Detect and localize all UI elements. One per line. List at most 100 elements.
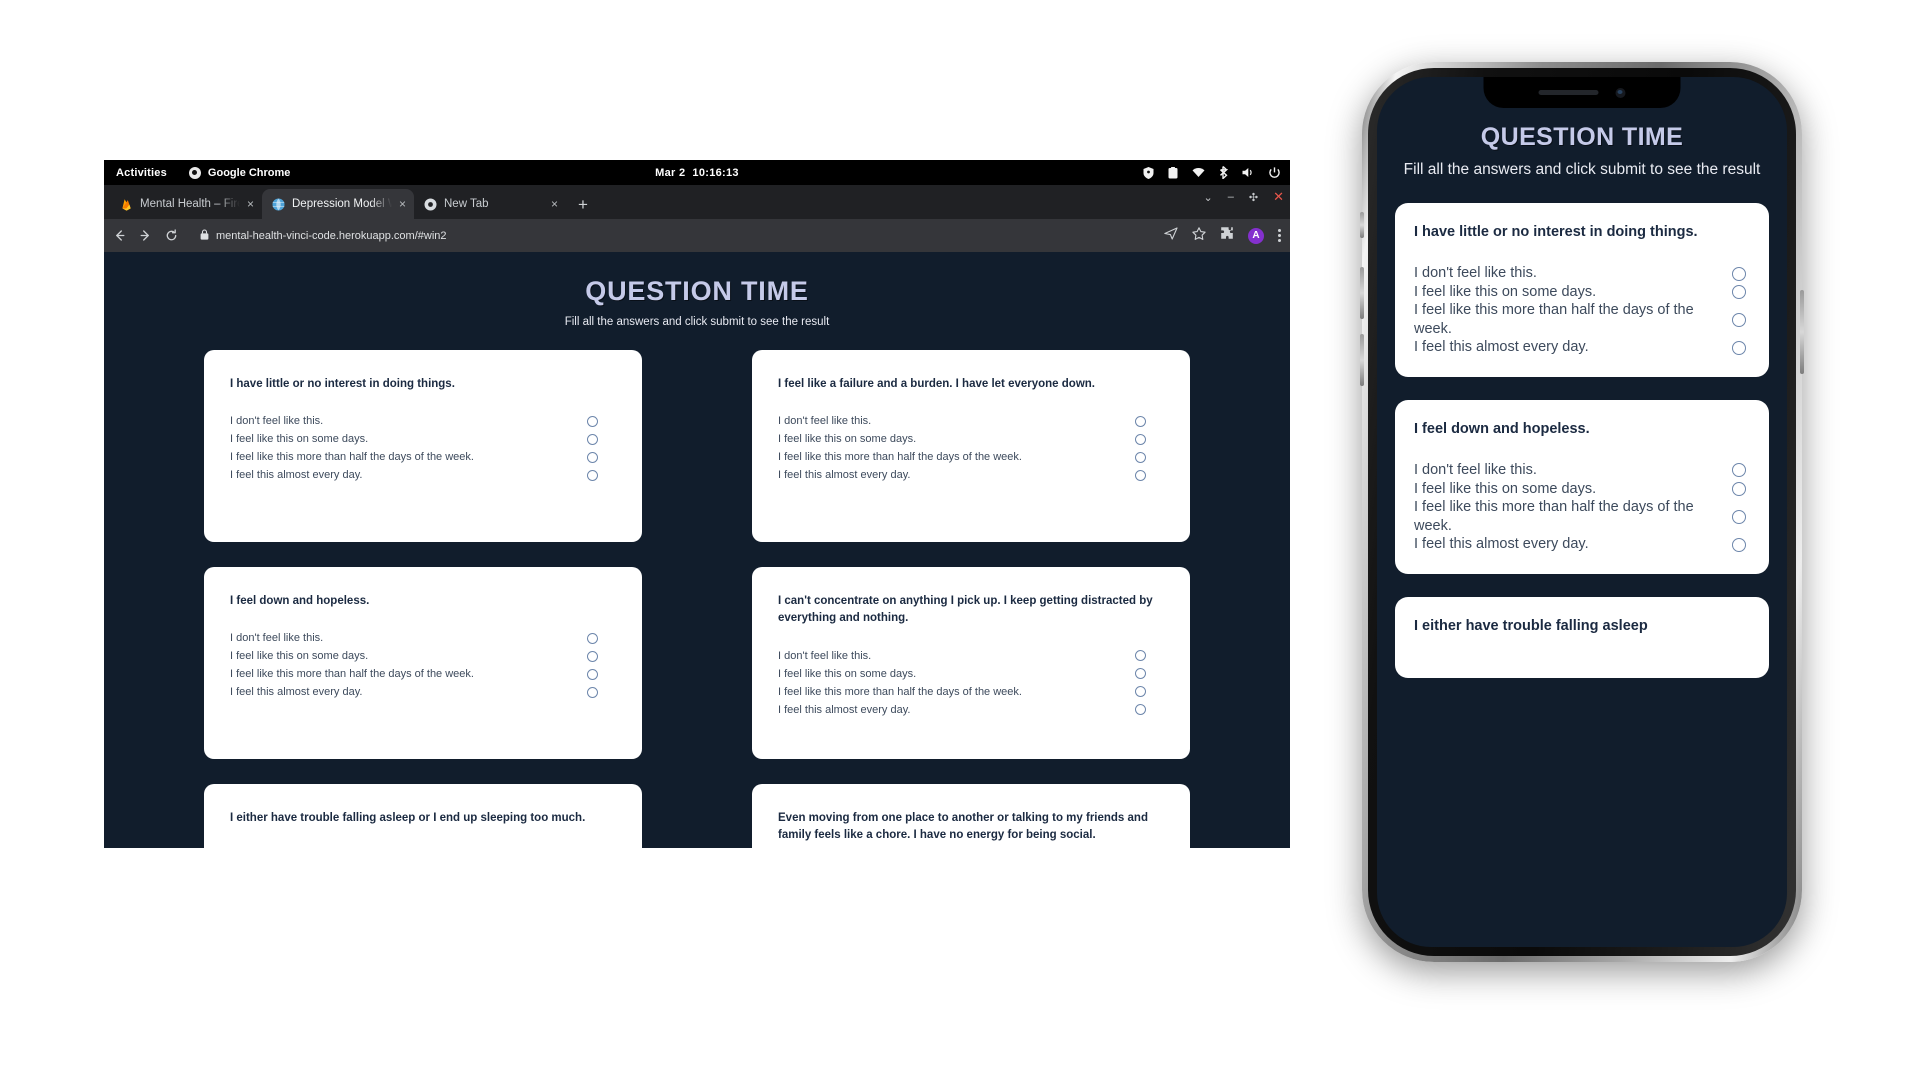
reload-icon[interactable] [165,229,178,242]
radio-button[interactable] [587,433,598,445]
phone-volume-down-button[interactable] [1360,334,1364,386]
option-row[interactable]: I don't feel like this. [778,647,1164,665]
system-tray[interactable] [1143,160,1280,185]
profile-avatar[interactable]: A [1248,227,1264,244]
option-row[interactable]: I feel like this on some days. [230,430,616,448]
browser-tab-firebase[interactable]: Mental Health – Firebase × [110,189,262,219]
browser-tab-new-tab[interactable]: New Tab × [414,189,566,219]
radio-button[interactable] [1732,481,1746,496]
option-row[interactable]: I don't feel like this. [230,412,616,430]
browser-tab-depression-model-webapp[interactable]: Depression Model WebApp × [262,189,414,219]
phone-question-card: I either have trouble falling asleep [1395,596,1769,678]
question-text: Even moving from one place to another or… [778,812,1148,842]
bluetooth-icon[interactable] [1219,166,1228,179]
radio-button[interactable] [1135,469,1146,481]
option-row[interactable]: I don't feel like this. [230,846,616,848]
window-controls: ⌄ – ✣ ✕ [1204,189,1284,205]
option-row[interactable]: I feel like this more than half the days… [778,683,1164,701]
question-card: I feel like a failure and a burden. I ha… [752,350,1190,542]
radio-button[interactable] [587,650,598,662]
option-row[interactable]: I don't feel like this. [778,412,1164,430]
radio-button[interactable] [1135,415,1146,427]
radio-button[interactable] [1135,451,1146,463]
option-row[interactable]: I feel like this on some days. [778,665,1164,683]
question-text: I have little or no interest in doing th… [230,378,455,390]
phone-option-row[interactable]: I feel like this on some days. [1414,480,1750,499]
tab-close-icon[interactable]: × [399,198,406,210]
radio-button[interactable] [587,415,598,427]
option-row[interactable]: I don't feel like this. [230,629,616,647]
phone-volume-up-button[interactable] [1360,267,1364,319]
power-icon[interactable] [1269,166,1280,179]
active-app-indicator[interactable]: Google Chrome [188,166,290,179]
option-row[interactable]: I feel this almost every day. [230,466,616,484]
clipboard-icon[interactable] [1168,166,1178,179]
option-row[interactable]: I feel like this more than half the days… [778,448,1164,466]
radio-button[interactable] [587,469,598,481]
bookmark-star-icon[interactable] [1192,226,1206,245]
phone-option-row[interactable]: I feel like this on some days. [1414,283,1750,302]
shield-icon[interactable] [1143,166,1154,179]
radio-button[interactable] [587,451,598,463]
radio-button[interactable] [1732,509,1746,524]
phone-option-row[interactable]: I don't feel like this. [1414,461,1750,480]
question-card: I feel down and hopeless. I don't feel l… [204,567,642,759]
phone-option-row[interactable]: I don't feel like this. [1414,264,1750,283]
radio-button[interactable] [1732,340,1746,355]
extensions-puzzle-icon[interactable] [1220,226,1234,245]
question-text: I can't concentrate on anything I pick u… [778,595,1153,625]
address-bar-url: mental-health-vinci-code.herokuapp.com/#… [216,229,447,242]
close-button[interactable]: ✕ [1273,189,1284,205]
option-label: I feel like this more than half the days… [230,668,474,681]
new-tab-button[interactable]: + [578,195,588,215]
tab-close-icon[interactable]: × [551,198,558,210]
radio-button[interactable] [1732,312,1746,327]
radio-button[interactable] [587,668,598,680]
option-row[interactable]: I feel this almost every day. [778,466,1164,484]
share-icon[interactable] [1164,226,1178,245]
gnome-bar-left: Activities Google Chrome [116,166,290,179]
radio-button[interactable] [1732,285,1746,300]
option-row[interactable]: I feel like this on some days. [778,430,1164,448]
address-bar[interactable]: mental-health-vinci-code.herokuapp.com/#… [191,225,1151,246]
option-row[interactable]: I feel like this on some days. [230,647,616,665]
radio-button[interactable] [1732,463,1746,478]
radio-button[interactable] [1732,266,1746,281]
system-clock[interactable]: Mar 2 10:16:13 [655,167,739,179]
option-row[interactable]: I feel this almost every day. [778,701,1164,719]
phone-power-button[interactable] [1800,290,1804,374]
volume-icon[interactable] [1242,167,1255,178]
chrome-menu-icon[interactable] [1278,229,1281,242]
minimize-button[interactable]: – [1228,191,1234,203]
radio-button[interactable] [587,686,598,698]
phone-mockup: QUESTION TIME Fill all the answers and c… [1360,62,1804,962]
option-row[interactable]: I feel like this more than half the days… [230,448,616,466]
option-label: I feel this almost every day. [778,469,911,482]
radio-button[interactable] [1135,668,1146,679]
radio-button[interactable] [1135,650,1146,661]
option-row[interactable]: I feel this almost every day. [230,683,616,701]
option-label: I feel like this more than half the days… [778,685,1022,698]
radio-button[interactable] [587,632,598,644]
radio-button[interactable] [1135,433,1146,445]
activities-button[interactable]: Activities [116,167,167,179]
radio-button[interactable] [1135,704,1146,715]
phone-mute-switch[interactable] [1360,212,1364,238]
radio-button[interactable] [1135,686,1146,697]
phone-option-label: I don't feel like this. [1414,462,1537,479]
phone-page-subtitle: Fill all the answers and click submit to… [1403,161,1761,178]
phone-option-row[interactable]: I feel like this more than half the days… [1414,498,1750,535]
back-arrow-icon[interactable] [113,229,126,242]
wifi-icon[interactable] [1192,167,1205,178]
phone-option-row[interactable]: I feel this almost every day. [1414,535,1750,554]
tab-title: Mental Health – Firebase [140,198,240,210]
forward-arrow-icon[interactable] [139,229,152,242]
tab-search-chevron-icon[interactable]: ⌄ [1204,191,1213,204]
phone-option-label: I feel like this on some days. [1414,480,1597,497]
phone-option-row[interactable]: I feel like this more than half the days… [1414,301,1750,338]
maximize-button[interactable]: ✣ [1249,191,1258,204]
radio-button[interactable] [1732,537,1746,552]
phone-option-row[interactable]: I feel this almost every day. [1414,338,1750,357]
option-row[interactable]: I feel like this more than half the days… [230,665,616,683]
tab-close-icon[interactable]: × [247,198,254,210]
